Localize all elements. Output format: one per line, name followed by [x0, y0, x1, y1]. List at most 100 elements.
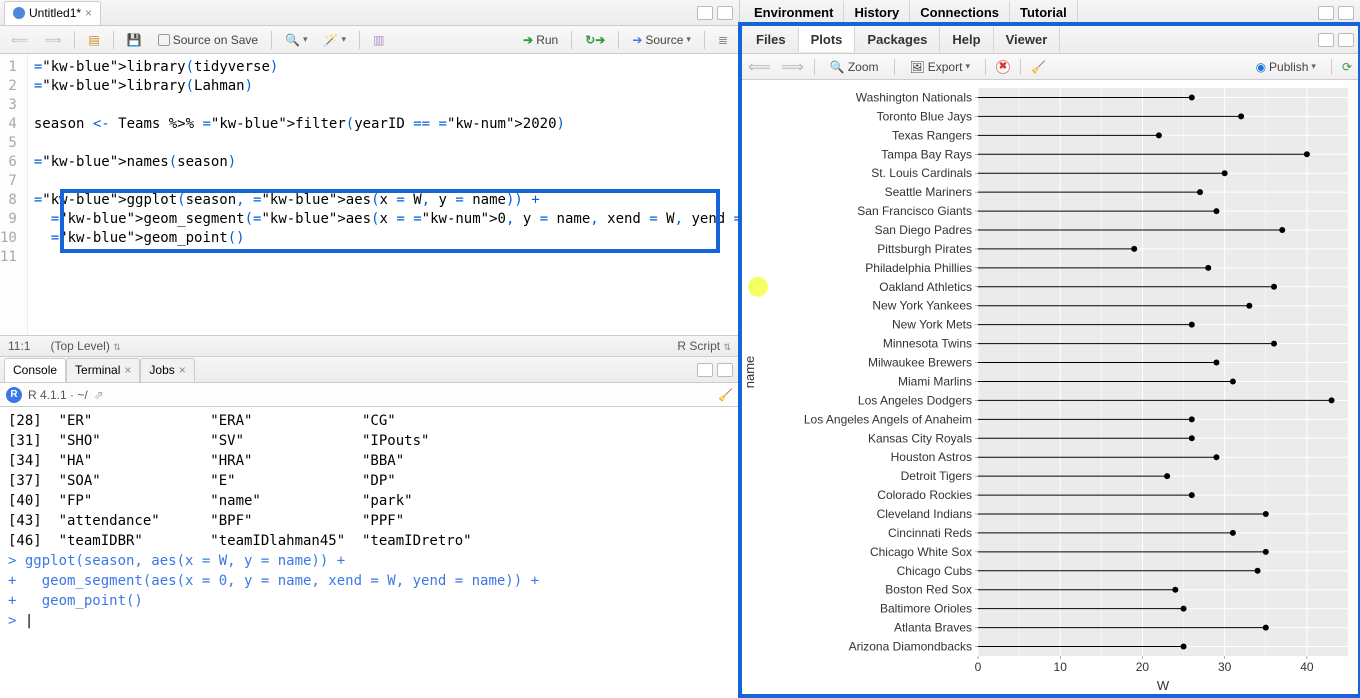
maximize-pane-icon[interactable] [717, 6, 733, 20]
svg-text:Pittsburgh Pirates: Pittsburgh Pirates [877, 242, 972, 256]
svg-text:Cleveland Indians: Cleveland Indians [877, 507, 972, 521]
clear-console-icon[interactable]: 🧹 [718, 388, 733, 402]
svg-text:Seattle Mariners: Seattle Mariners [885, 185, 972, 199]
svg-text:Toronto Blue Jays: Toronto Blue Jays [877, 109, 972, 123]
source-button[interactable]: ➔Source ▾ [627, 31, 696, 49]
svg-text:40: 40 [1300, 660, 1314, 674]
save-icon[interactable]: 💾 [122, 31, 147, 49]
export-button[interactable]: 🖼 Export ▾ [905, 58, 975, 76]
svg-text:Boston Red Sox: Boston Red Sox [885, 583, 972, 597]
maximize-pane-icon[interactable] [1338, 33, 1354, 47]
tab-help[interactable]: Help [940, 27, 993, 52]
svg-text:San Diego Padres: San Diego Padres [875, 223, 972, 237]
minimize-pane-icon[interactable] [1318, 33, 1334, 47]
plot-next-icon[interactable]: ⟹ [781, 57, 804, 77]
minimize-pane-icon[interactable] [697, 363, 713, 377]
svg-text:New York Yankees: New York Yankees [872, 299, 972, 313]
svg-text:10: 10 [1054, 660, 1068, 674]
tab-tutorial[interactable]: Tutorial [1010, 1, 1078, 24]
plot-area: Washington Nationals Toronto Blue Jays Tex… [740, 80, 1360, 696]
source-on-save-toggle[interactable]: Source on Save [153, 31, 263, 49]
r-version-label: R 4.1.1 · ~/ [28, 388, 88, 402]
tab-console[interactable]: Console [4, 358, 66, 382]
tab-files[interactable]: Files [744, 27, 799, 52]
plot-toolbar: ⟸ ⟹ 🔍 Zoom 🖼 Export ▾ ✖ 🧹 ◉ Publish ▾ ⟳ [740, 54, 1360, 80]
tab-connections[interactable]: Connections [910, 1, 1010, 24]
console-header: R R 4.1.1 · ~/ ⇗ 🧹 [0, 383, 739, 407]
env-tab-row: Environment History Connections Tutorial [740, 0, 1360, 26]
publish-button[interactable]: ◉ Publish ▾ [1251, 58, 1321, 76]
source-tab-row: Untitled1* × [0, 0, 739, 26]
svg-text:Minnesota Twins: Minnesota Twins [883, 337, 972, 351]
minimize-pane-icon[interactable] [697, 6, 713, 20]
console-output[interactable]: [28] "ER" "ERA" "CG" [31] "SHO" "SV" "IP… [0, 407, 739, 696]
r-file-icon [13, 7, 25, 19]
svg-text:20: 20 [1136, 660, 1150, 674]
svg-text:New York Mets: New York Mets [892, 318, 972, 332]
outline-icon[interactable]: ≣ [713, 31, 733, 49]
svg-text:Colorado Rockies: Colorado Rockies [877, 488, 972, 502]
svg-text:Washington Nationals: Washington Nationals [856, 90, 972, 104]
source-file-name: Untitled1* [29, 6, 81, 20]
svg-text:Atlanta Braves: Atlanta Braves [894, 621, 972, 635]
scope-selector[interactable]: (Top Level) [50, 339, 109, 353]
source-statusbar: 11:1 (Top Level) ⇅ R Script ⇅ [0, 335, 739, 357]
code-editor[interactable]: 1234567891011 ="kw-blue">library(tidyver… [0, 54, 739, 335]
back-icon[interactable]: ⟸ [6, 31, 33, 49]
svg-text:Baltimore Orioles: Baltimore Orioles [880, 602, 972, 616]
file-type-label: R Script [677, 339, 720, 353]
svg-text:Miami Marlins: Miami Marlins [898, 374, 972, 388]
svg-text:San Francisco Giants: San Francisco Giants [857, 204, 972, 218]
svg-text:Houston Astros: Houston Astros [891, 450, 972, 464]
run-button[interactable]: ➔Run [518, 31, 563, 49]
popout-icon[interactable]: ⇗ [94, 388, 104, 402]
maximize-pane-icon[interactable] [1338, 6, 1354, 20]
close-icon[interactable]: × [179, 363, 186, 377]
forward-icon[interactable]: ⟹ [39, 31, 66, 49]
cursor-position: 11:1 [8, 339, 30, 353]
close-tab-icon[interactable]: × [85, 6, 92, 20]
plot-prev-icon[interactable]: ⟸ [748, 57, 771, 77]
svg-text:Texas Rangers: Texas Rangers [892, 128, 972, 142]
tab-packages[interactable]: Packages [855, 27, 940, 52]
svg-text:Milwaukee Brewers: Milwaukee Brewers [868, 356, 972, 370]
svg-text:Philadelphia Phillies: Philadelphia Phillies [865, 261, 972, 275]
svg-text:Los Angeles Dodgers: Los Angeles Dodgers [858, 393, 972, 407]
remove-plot-icon[interactable]: ✖ [996, 60, 1010, 74]
plot-tab-row: Files Plots Packages Help Viewer [740, 26, 1360, 54]
r-logo-icon: R [6, 387, 22, 403]
svg-text:Chicago White Sox: Chicago White Sox [870, 545, 972, 559]
svg-text:Detroit Tigers: Detroit Tigers [901, 469, 972, 483]
tab-plots[interactable]: Plots [799, 27, 856, 52]
tab-environment[interactable]: Environment [744, 1, 844, 24]
tab-history[interactable]: History [844, 1, 910, 24]
close-icon[interactable]: × [124, 363, 131, 377]
maximize-pane-icon[interactable] [717, 363, 733, 377]
clear-plots-icon[interactable]: 🧹 [1031, 60, 1046, 74]
tab-viewer[interactable]: Viewer [994, 27, 1061, 52]
checkbox-icon [158, 34, 170, 46]
source-toolbar: ⟸ ⟹ ▤ 💾 Source on Save 🔍▾ 🪄▾ ▥ ➔Run ↻➔ ➔… [0, 26, 739, 54]
svg-text:Cincinnati Reds: Cincinnati Reds [888, 526, 972, 540]
zoom-button[interactable]: 🔍 Zoom [825, 58, 884, 76]
svg-text:name: name [742, 356, 757, 389]
wand-icon[interactable]: 🪄▾ [319, 31, 351, 49]
minimize-pane-icon[interactable] [1318, 6, 1334, 20]
svg-text:Los Angeles Angels of Anaheim: Los Angeles Angels of Anaheim [804, 412, 972, 426]
svg-text:Oakland Athletics: Oakland Athletics [879, 280, 972, 294]
svg-text:Tampa Bay Rays: Tampa Bay Rays [881, 147, 972, 161]
svg-text:St. Louis Cardinals: St. Louis Cardinals [871, 166, 972, 180]
find-icon[interactable]: 🔍▾ [280, 31, 312, 49]
svg-text:30: 30 [1218, 660, 1232, 674]
tab-jobs[interactable]: Jobs × [140, 358, 194, 382]
console-tab-row: Console Terminal × Jobs × [0, 357, 739, 383]
svg-text:0: 0 [975, 660, 982, 674]
notebook-icon[interactable]: ▥ [368, 31, 389, 49]
svg-text:Arizona Diamondbacks: Arizona Diamondbacks [849, 640, 972, 654]
svg-text:W: W [1157, 678, 1170, 693]
rerun-button[interactable]: ↻➔ [580, 31, 610, 49]
source-file-tab[interactable]: Untitled1* × [4, 1, 101, 25]
tab-terminal[interactable]: Terminal × [66, 358, 140, 382]
refresh-plot-icon[interactable]: ⟳ [1342, 60, 1352, 74]
show-in-files-icon[interactable]: ▤ [83, 31, 104, 49]
